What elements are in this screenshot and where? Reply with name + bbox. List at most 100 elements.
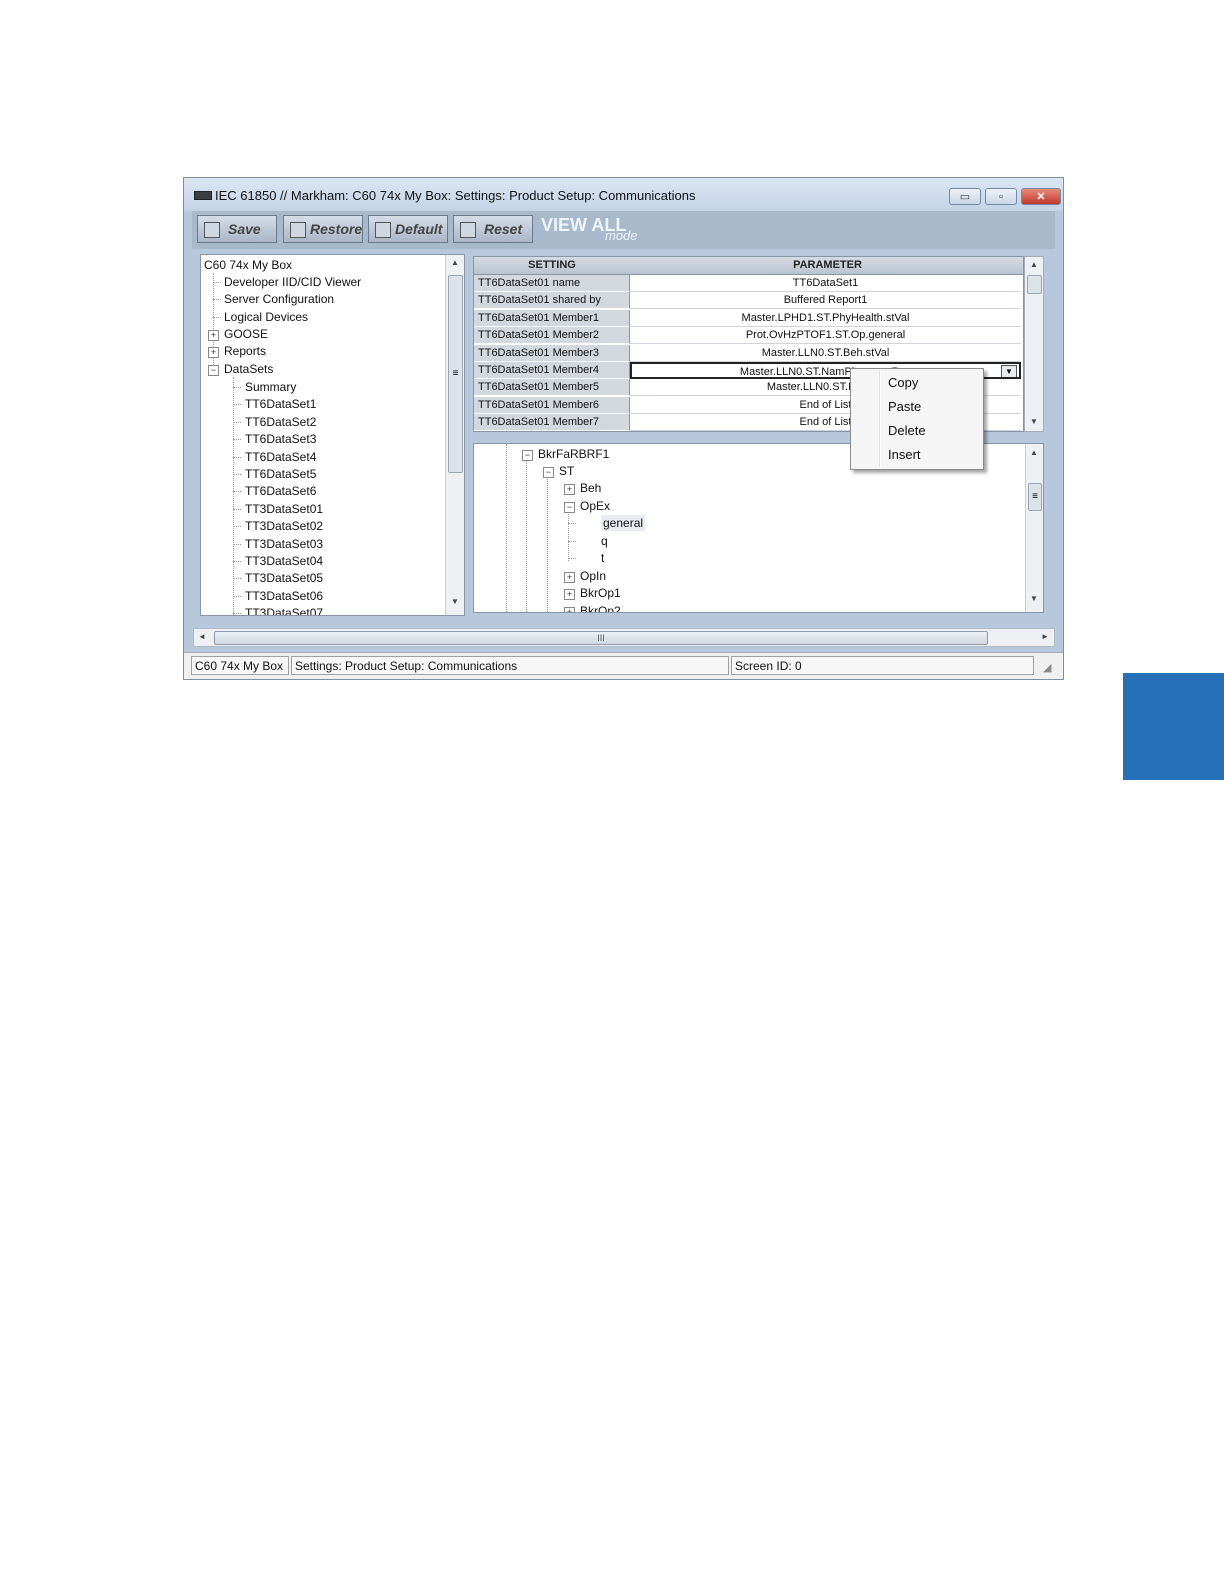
- scroll-right-icon[interactable]: ►: [1037, 632, 1053, 641]
- tree-item-dataset[interactable]: TT6DataSet3: [245, 431, 316, 447]
- lower-tree-item[interactable]: q: [601, 533, 608, 549]
- app-icon: [194, 191, 212, 200]
- expand-icon[interactable]: +: [564, 607, 575, 612]
- status-screen-id: Screen ID: 0: [731, 656, 1034, 675]
- tree-item-dataset[interactable]: TT6DataSet4: [245, 449, 316, 465]
- save-icon: [204, 222, 220, 238]
- scroll-left-icon[interactable]: ◄: [194, 632, 210, 641]
- tree-item-server-configuration[interactable]: Server Configuration: [224, 291, 334, 307]
- lower-tree-item[interactable]: Beh: [580, 480, 601, 496]
- menu-item-delete[interactable]: Delete: [851, 419, 983, 443]
- tree-item-dataset[interactable]: TT6DataSet5: [245, 466, 316, 482]
- scroll-up-icon[interactable]: ▲: [447, 258, 463, 267]
- menu-item-paste[interactable]: Paste: [851, 395, 983, 419]
- lower-tree-item[interactable]: OpEx: [580, 498, 610, 514]
- application-window: IEC 61850 // Markham: C60 74x My Box: Se…: [183, 177, 1064, 680]
- expand-icon[interactable]: +: [564, 484, 575, 495]
- tree-item-dataset[interactable]: TT3DataSet04: [245, 553, 323, 569]
- table-scroll-thumb[interactable]: [1027, 275, 1042, 294]
- tree-item-dataset[interactable]: Summary: [245, 379, 296, 395]
- column-header-parameter: PARAMETER: [630, 257, 1023, 275]
- reset-icon: [460, 222, 476, 238]
- scroll-down-icon[interactable]: ▼: [447, 597, 463, 606]
- close-button[interactable]: ✕: [1021, 188, 1061, 205]
- tree-item-dataset[interactable]: TT6DataSet2: [245, 414, 316, 430]
- chapter-side-tab: [1123, 673, 1224, 780]
- lower-vertical-scrollbar[interactable]: ▲ ≡ ▼: [1025, 444, 1043, 612]
- collapse-icon[interactable]: −: [564, 502, 575, 513]
- table-row-parameter[interactable]: Master.LLN0.ST.Beh.stVal: [630, 344, 1021, 362]
- table-row-parameter[interactable]: Prot.OvHzPTOF1.ST.Op.general: [630, 327, 1021, 345]
- collapse-icon[interactable]: −: [522, 450, 533, 461]
- tree-item-goose[interactable]: GOOSE: [224, 326, 268, 342]
- lower-tree-item[interactable]: t: [601, 550, 604, 566]
- status-device: C60 74x My Box: [191, 656, 289, 675]
- resize-grip-icon[interactable]: ◢: [1043, 661, 1051, 674]
- tree-vertical-scrollbar[interactable]: ▲ ≡ ▼: [445, 255, 464, 615]
- title-bar[interactable]: IEC 61850 // Markham: C60 74x My Box: Se…: [184, 178, 1063, 211]
- table-scroll-up-icon[interactable]: ▲: [1026, 260, 1042, 269]
- lower-tree-item[interactable]: BkrOp2: [580, 603, 621, 612]
- minimize-button[interactable]: ▭: [949, 188, 981, 205]
- table-row-setting: TT6DataSet01 Member2: [474, 327, 630, 345]
- restore-button[interactable]: Restore: [283, 215, 363, 243]
- default-button[interactable]: Default: [368, 215, 448, 243]
- tree-root[interactable]: C60 74x My Box: [204, 257, 292, 273]
- lower-tree-item[interactable]: BkrOp1: [580, 585, 621, 601]
- tree-item-dataset[interactable]: TT3DataSet05: [245, 570, 323, 586]
- save-button[interactable]: Save: [197, 215, 277, 243]
- table-row-parameter[interactable]: TT6DataSet1: [630, 275, 1021, 292]
- table-vertical-scrollbar[interactable]: ▲ ▼: [1024, 256, 1044, 432]
- context-menu: Copy Paste Delete Insert: [850, 368, 984, 470]
- table-row-setting: TT6DataSet01 shared by: [474, 292, 630, 310]
- table-row-setting: TT6DataSet01 name: [474, 275, 630, 292]
- tree-item-dataset[interactable]: TT6DataSet6: [245, 483, 316, 499]
- menu-item-insert[interactable]: Insert: [851, 443, 983, 467]
- table-row-parameter[interactable]: Buffered Report1: [630, 292, 1021, 310]
- view-mode-label: mode: [605, 228, 638, 243]
- lower-scroll-thumb[interactable]: ≡: [1028, 483, 1042, 511]
- lower-scroll-up-icon[interactable]: ▲: [1026, 448, 1042, 457]
- table-row-parameter[interactable]: Master.LPHD1.ST.PhyHealth.stVal: [630, 309, 1021, 327]
- status-path: Settings: Product Setup: Communications: [291, 656, 729, 675]
- maximize-button[interactable]: ▫: [985, 188, 1017, 205]
- tree-item-dataset[interactable]: TT3DataSet02: [245, 518, 323, 534]
- lower-tree-item[interactable]: ST: [559, 463, 574, 479]
- restore-label: Restore: [310, 221, 363, 237]
- menu-item-copy[interactable]: Copy: [851, 371, 983, 395]
- lower-scroll-down-icon[interactable]: ▼: [1026, 594, 1042, 603]
- tree-item-developer-viewer[interactable]: Developer IID/CID Viewer: [224, 274, 361, 290]
- expand-icon[interactable]: +: [564, 572, 575, 583]
- expand-reports-icon[interactable]: +: [208, 347, 219, 358]
- tree-item-dataset[interactable]: TT6DataSet1: [245, 396, 316, 412]
- table-row-setting: TT6DataSet01 Member4: [474, 362, 630, 379]
- default-label: Default: [395, 221, 443, 237]
- lower-tree-item[interactable]: OpIn: [580, 568, 606, 584]
- expand-icon[interactable]: +: [564, 589, 575, 600]
- tree-item-logical-devices[interactable]: Logical Devices: [224, 309, 308, 325]
- horizontal-scroll-thumb[interactable]: III: [214, 631, 988, 645]
- column-header-setting: SETTING: [474, 257, 631, 275]
- table-row-setting: TT6DataSet01 Member3: [474, 344, 630, 362]
- tree-item-datasets[interactable]: DataSets: [224, 361, 273, 377]
- horizontal-scrollbar[interactable]: ◄ III ►: [193, 628, 1055, 647]
- navigation-tree[interactable]: C60 74x My Box Developer IID/CID Viewer …: [200, 254, 465, 616]
- collapse-datasets-icon[interactable]: −: [208, 365, 219, 376]
- tree-item-reports[interactable]: Reports: [224, 343, 266, 359]
- table-scroll-down-icon[interactable]: ▼: [1026, 417, 1042, 426]
- collapse-icon[interactable]: −: [543, 467, 554, 478]
- tree-item-dataset[interactable]: TT3DataSet01: [245, 501, 323, 517]
- tree-item-dataset[interactable]: TT3DataSet06: [245, 588, 323, 604]
- reset-button[interactable]: Reset: [453, 215, 533, 243]
- toolbar: Save Restore Default Reset VIEW ALL mode: [192, 211, 1055, 249]
- reset-label: Reset: [484, 221, 523, 237]
- dropdown-arrow-icon[interactable]: ▼: [1001, 365, 1017, 377]
- tree-item-dataset[interactable]: TT3DataSet07: [245, 605, 323, 615]
- expand-goose-icon[interactable]: +: [208, 330, 219, 341]
- lower-tree-item[interactable]: BkrFaRBRF1: [538, 446, 609, 462]
- status-bar: C60 74x My Box Settings: Product Setup: …: [184, 652, 1063, 679]
- lower-tree-item[interactable]: general: [601, 515, 646, 531]
- tree-scroll-thumb[interactable]: ≡: [448, 275, 463, 473]
- table-row-setting: TT6DataSet01 Member5: [474, 379, 630, 397]
- tree-item-dataset[interactable]: TT3DataSet03: [245, 536, 323, 552]
